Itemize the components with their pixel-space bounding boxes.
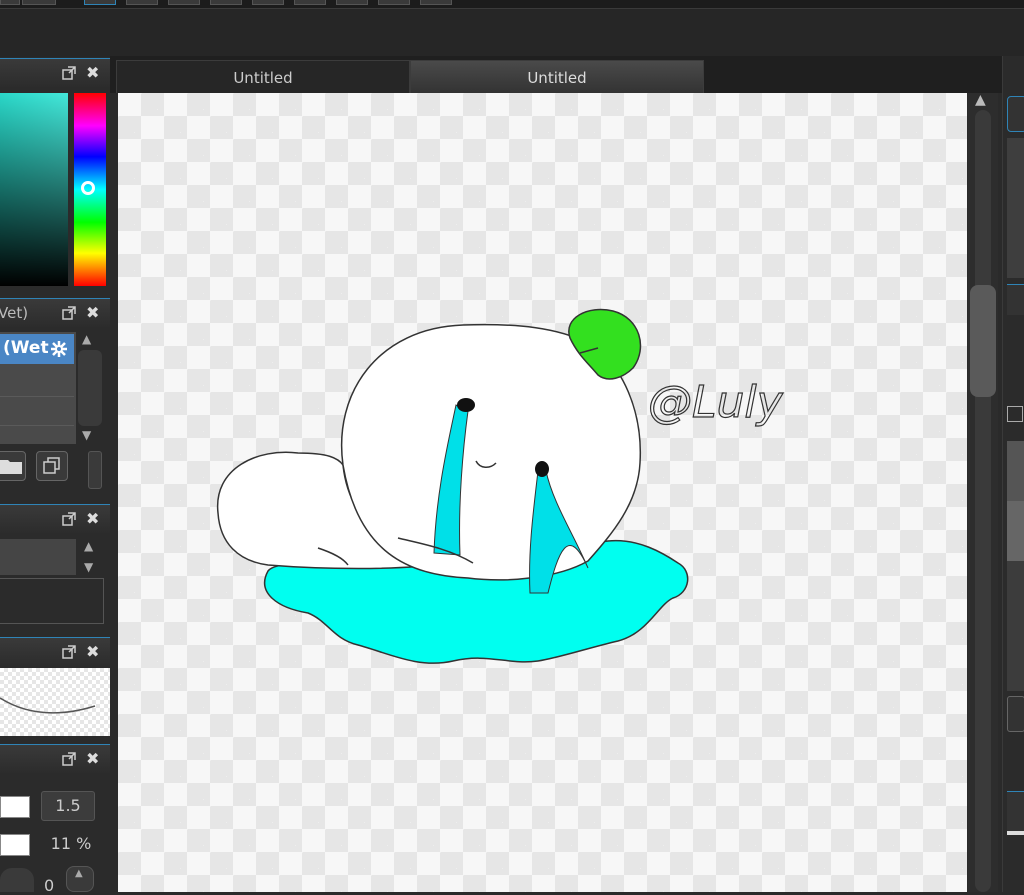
curve-panel-header: ✖ (0, 637, 110, 666)
toolbar-button[interactable] (294, 0, 326, 5)
close-icon[interactable]: ✖ (86, 63, 99, 82)
scroll-down-icon[interactable]: ▼ (82, 428, 91, 442)
toolbar-button[interactable] (210, 0, 242, 5)
brush-panel-title: Vet) (0, 304, 29, 322)
tab-untitled-1[interactable]: Untitled (116, 60, 410, 93)
layer-item[interactable] (1007, 441, 1024, 501)
slider-swatch[interactable] (0, 796, 30, 818)
popout-icon[interactable] (62, 752, 76, 766)
slider-swatch[interactable] (0, 834, 30, 856)
scroll-down-icon[interactable]: ▼ (84, 560, 93, 574)
brush-tool-button[interactable] (1007, 791, 1024, 832)
drawing-canvas[interactable]: @Luly (118, 93, 967, 892)
canvas-drawing: @Luly (217, 308, 784, 664)
toolbar-button[interactable] (22, 0, 56, 5)
toolbar-button[interactable] (378, 0, 410, 5)
settings-panel-header: ✖ (0, 744, 110, 773)
scroll-up-icon[interactable]: ▲ (975, 92, 986, 108)
scroll-track[interactable] (975, 110, 991, 892)
layer-item[interactable] (0, 539, 76, 575)
panel-grip[interactable] (88, 451, 102, 489)
tab-untitled-2[interactable]: Untitled (410, 60, 704, 93)
opacity-value[interactable]: 11 % (41, 834, 101, 853)
toolbar-button[interactable] (0, 0, 20, 5)
preview-area (1007, 138, 1024, 278)
secondary-toolbar (0, 9, 1024, 57)
list-item[interactable] (0, 367, 74, 397)
folder-icon (0, 460, 22, 474)
document-tab-bar: Untitled Untitled (110, 56, 1002, 93)
size-field[interactable]: 1.5 (41, 791, 95, 821)
eye-right (535, 461, 549, 477)
panel-button[interactable] (1007, 696, 1024, 732)
scroll-up-icon[interactable]: ▲ (84, 539, 93, 553)
layer-properties-box (0, 578, 104, 624)
list-item[interactable] (0, 425, 74, 454)
close-icon[interactable]: ✖ (86, 509, 99, 528)
toolbar-button[interactable] (126, 0, 158, 5)
toolbar-button[interactable] (336, 0, 368, 5)
spin-up-icon[interactable]: ▲ (75, 868, 83, 879)
color-panel-header: ✖ (0, 58, 110, 87)
scroll-track[interactable] (78, 350, 102, 426)
layer-panel-header: ✖ (0, 504, 110, 533)
duplicate-icon (43, 457, 60, 474)
toolbar-button[interactable] (420, 0, 452, 5)
close-icon[interactable]: ✖ (86, 303, 99, 322)
eye-left (457, 398, 475, 412)
layer-item[interactable] (1007, 501, 1024, 561)
close-icon[interactable]: ✖ (86, 749, 99, 768)
popout-icon[interactable] (62, 645, 76, 659)
brush-list-scrollbar[interactable]: ▲ ▼ (78, 332, 104, 442)
scroll-thumb[interactable] (970, 285, 996, 397)
search-button[interactable] (1007, 96, 1024, 132)
pressure-curve (0, 697, 96, 714)
selected-brush-label: (Wet (3, 338, 49, 358)
layer-list (1007, 561, 1024, 691)
popout-icon[interactable] (62, 306, 76, 320)
top-toolbar-strip (0, 0, 1024, 9)
signature-text: @Luly (648, 377, 784, 428)
popout-icon[interactable] (62, 66, 76, 80)
duplicate-button[interactable] (36, 451, 68, 481)
slider-swatch[interactable] (0, 868, 34, 892)
selected-brush-item[interactable]: (Wet (0, 334, 74, 364)
close-icon[interactable]: ✖ (86, 642, 99, 661)
spin-value[interactable]: 0 (44, 876, 54, 895)
toolbar-button[interactable] (168, 0, 200, 5)
popout-icon[interactable] (62, 512, 76, 526)
brush-panel-header: Vet) ✖ (0, 298, 110, 327)
toolbar-button[interactable] (84, 0, 116, 5)
divider (1007, 831, 1024, 835)
panel-header (1007, 284, 1024, 315)
pressure-curve-preview[interactable] (0, 668, 110, 736)
scroll-up-icon[interactable]: ▲ (82, 332, 91, 346)
gear-icon[interactable] (50, 340, 68, 358)
spin-buttons[interactable]: ▲ (66, 866, 94, 892)
color-saturation-square[interactable] (0, 93, 68, 286)
list-item[interactable] (0, 396, 74, 426)
folder-button[interactable] (0, 451, 26, 481)
checkbox[interactable] (1007, 406, 1023, 422)
toolbar-button[interactable] (252, 0, 284, 5)
right-dock-panel (1002, 56, 1024, 892)
hue-slider-handle[interactable] (81, 181, 95, 195)
